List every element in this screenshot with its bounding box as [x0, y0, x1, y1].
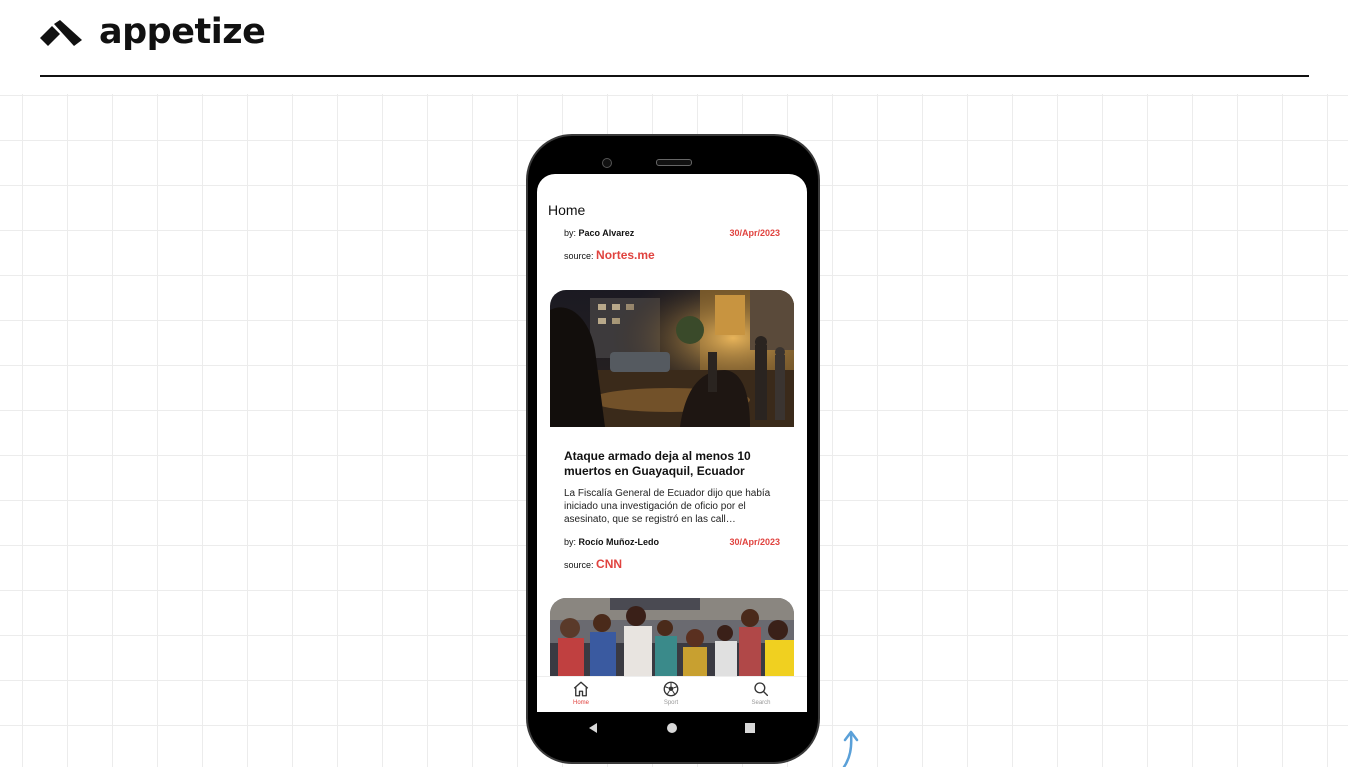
nav-item-sport[interactable]: Sport	[641, 680, 701, 706]
back-icon[interactable]	[587, 722, 599, 734]
android-navigation-bar	[537, 712, 807, 746]
article-author: Rocío Muñoz-Ledo	[578, 537, 660, 547]
article-date: 30/Apr/2023	[729, 537, 780, 547]
page-title: Home	[548, 202, 586, 218]
front-camera-icon	[602, 158, 612, 168]
article-source-link[interactable]: CNN	[596, 557, 622, 571]
home-icon	[573, 681, 589, 697]
nav-item-home[interactable]: Home	[551, 680, 611, 706]
source-label: source:	[564, 560, 594, 570]
earpiece-speaker	[656, 159, 692, 166]
article-meta-source: source: CNN	[564, 557, 622, 571]
article-meta-author: by: Rocío Muñoz-Ledo 30/Apr/2023	[564, 537, 780, 547]
by-label: by:	[564, 537, 577, 547]
device-screen[interactable]: Home by: Paco Alvarez 30/Apr/2023 source…	[537, 174, 807, 712]
article-source-link[interactable]: Nortes.me	[596, 248, 655, 262]
article-date: 30/Apr/2023	[729, 228, 780, 238]
night-street-image	[550, 290, 794, 427]
brand-name: appetize	[99, 12, 266, 52]
home-circle-icon[interactable]	[666, 722, 678, 734]
bottom-navigation: Home Sport Search	[537, 676, 807, 712]
nav-label: Sport	[663, 700, 679, 706]
crowd-image	[550, 598, 794, 678]
curved-arrow-icon	[842, 730, 859, 767]
article-title[interactable]: Ataque armado deja al menos 10 muertos e…	[564, 449, 774, 479]
device-frame: Home by: Paco Alvarez 30/Apr/2023 source…	[526, 134, 820, 764]
header-divider	[40, 75, 1309, 77]
nav-label: Home	[572, 700, 589, 706]
appetize-logo-icon	[40, 20, 82, 46]
nav-item-search[interactable]: Search	[731, 680, 791, 706]
article-meta-source: source: Nortes.me	[564, 248, 655, 262]
article-meta-author: by: Paco Alvarez 30/Apr/2023	[564, 228, 780, 238]
recents-square-icon[interactable]	[744, 722, 756, 734]
app-header: appetize	[0, 0, 1348, 94]
source-label: source:	[564, 251, 594, 261]
search-icon	[754, 682, 769, 697]
article-image[interactable]	[550, 598, 794, 678]
by-label: by:	[564, 228, 577, 238]
soccer-ball-icon	[663, 681, 679, 697]
article-description: La Fiscalía General de Ecuador dijo que …	[564, 488, 771, 525]
article-author: Paco Alvarez	[578, 228, 635, 238]
article-image[interactable]	[550, 290, 794, 427]
nav-label: Search	[751, 700, 771, 706]
